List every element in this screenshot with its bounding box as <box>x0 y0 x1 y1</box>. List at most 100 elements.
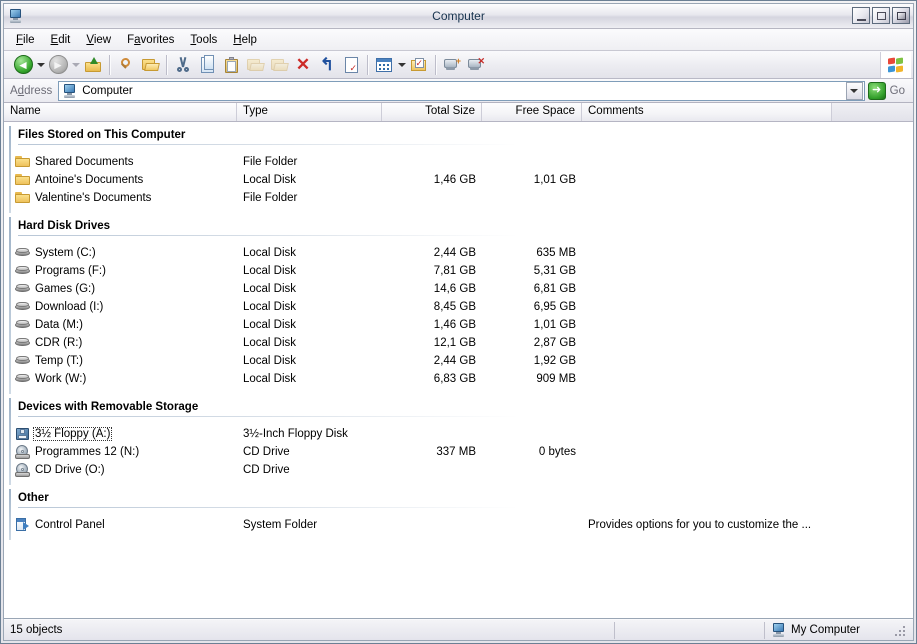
menu-item-tools[interactable]: Tools <box>182 32 225 48</box>
status-zone-label: My Computer <box>791 624 861 636</box>
column-header-total-size[interactable]: Total Size <box>382 103 482 121</box>
group-header[interactable]: Hard Disk Drives <box>4 215 913 235</box>
hard-disk-icon <box>15 335 31 351</box>
group-header[interactable]: Other <box>4 487 913 507</box>
table-row[interactable]: Valentine's Documents File Folder <box>4 189 913 207</box>
cell-type: CD Drive <box>243 446 290 458</box>
cell-type: File Folder <box>243 192 298 204</box>
cell-total-size: 2,44 GB <box>433 355 476 367</box>
hard-disk-icon <box>15 281 31 297</box>
table-row[interactable]: Programmes 12 (N:) CD Drive 337 MB 0 bytes <box>4 443 913 461</box>
status-zone-pane: My Computer <box>765 622 913 639</box>
group-header[interactable]: Devices with Removable Storage <box>4 396 913 416</box>
column-header-comments[interactable]: Comments <box>582 103 832 121</box>
floppy-disk-icon <box>15 426 31 442</box>
column-header-free-space[interactable]: Free Space <box>482 103 582 121</box>
views-dropdown[interactable] <box>396 53 407 77</box>
cut-button[interactable] <box>171 53 195 77</box>
table-row[interactable]: System (C:) Local Disk 2,44 GB 635 MB <box>4 244 913 262</box>
cell-type: CD Drive <box>243 464 290 476</box>
table-row[interactable]: CD Drive (O:) CD Drive <box>4 461 913 479</box>
cell-name: System (C:) <box>4 245 237 261</box>
menu-item-edit[interactable]: Edit <box>43 32 79 48</box>
cell-name: Antoine's Documents <box>4 172 237 188</box>
table-row[interactable]: Control Panel System Folder Provides optio… <box>4 516 913 534</box>
back-button[interactable]: ◄ <box>11 53 35 77</box>
map-network-drive-button[interactable]: + <box>440 53 464 77</box>
table-row[interactable]: Shared Documents File Folder <box>4 153 913 171</box>
cell-name: Work (W:) <box>4 371 237 387</box>
cell-free-space: 909 MB <box>536 373 576 385</box>
item-name: CDR (R:) <box>35 337 83 349</box>
delete-button[interactable]: ✕ <box>291 53 315 77</box>
back-dropdown[interactable] <box>35 53 46 77</box>
item-name: Data (M:) <box>35 319 83 331</box>
delete-x-icon: ✕ <box>295 55 311 74</box>
forward-button[interactable]: ► <box>46 53 70 77</box>
properties-button[interactable]: ✓ <box>339 53 363 77</box>
go-button[interactable]: ➜ Go <box>865 81 911 100</box>
table-row[interactable]: Work (W:) Local Disk 6,83 GB 909 MB <box>4 370 913 388</box>
menu-item-favorites[interactable]: Favorites <box>119 32 182 48</box>
cell-free-space: 2,87 GB <box>533 337 576 349</box>
column-header-name[interactable]: Name <box>4 103 237 121</box>
resize-grip[interactable] <box>893 624 905 636</box>
network-button-group: + ✕ <box>440 51 488 78</box>
file-list[interactable]: Files Stored on This Computer Shared Docu… <box>4 122 913 619</box>
menu-bar: File Edit View Favorites Tools Help <box>4 29 913 51</box>
nav-button-group: ◄ ► <box>11 51 105 78</box>
table-row[interactable]: Programs (F:) Local Disk 7,81 GB 5,31 GB <box>4 262 913 280</box>
disconnect-network-drive-button[interactable]: ✕ <box>464 53 488 77</box>
folders-button[interactable] <box>138 53 162 77</box>
paste-button[interactable] <box>219 53 243 77</box>
title-bar[interactable]: Computer <box>4 4 913 29</box>
table-row[interactable]: 3½ Floppy (A:) 3½-Inch Floppy Disk <box>4 425 913 443</box>
table-row[interactable]: Temp (T:) Local Disk 2,44 GB 1,92 GB <box>4 352 913 370</box>
cell-name: Programmes 12 (N:) <box>4 444 237 460</box>
menu-item-file[interactable]: File <box>8 32 43 48</box>
folder-options-button[interactable]: ✓ <box>407 53 431 77</box>
table-row[interactable]: Games (G:) Local Disk 14,6 GB 6,81 GB <box>4 280 913 298</box>
copy-button[interactable] <box>195 53 219 77</box>
menu-item-view[interactable]: View <box>78 32 119 48</box>
table-row[interactable]: Antoine's Documents Local Disk 1,46 GB 1,01… <box>4 171 913 189</box>
close-button[interactable] <box>892 7 910 24</box>
up-folder-icon <box>84 57 102 72</box>
views-button[interactable] <box>372 53 396 77</box>
cell-type: Local Disk <box>243 174 297 186</box>
undo-button[interactable]: ↰ <box>315 53 339 77</box>
address-dropdown-button[interactable] <box>845 81 863 100</box>
cell-total-size: 2,44 GB <box>433 247 476 259</box>
windows-logo-button[interactable] <box>880 52 911 78</box>
hard-disk-icon <box>15 299 31 315</box>
table-row[interactable]: Download (I:) Local Disk 8,45 GB 6,95 GB <box>4 298 913 316</box>
group-header[interactable]: Files Stored on This Computer <box>4 124 913 144</box>
table-row[interactable]: Data (M:) Local Disk 1,46 GB 1,01 GB <box>4 316 913 334</box>
group-accent-bar <box>9 217 11 394</box>
item-name: Temp (T:) <box>35 355 83 367</box>
column-header-type[interactable]: Type <box>237 103 382 121</box>
menu-item-help[interactable]: Help <box>225 32 265 48</box>
cell-name: Control Panel <box>4 517 237 533</box>
control-panel-icon <box>15 517 31 533</box>
column-header-row: Name Type Total Size Free Space Comments <box>4 103 913 122</box>
explorer-window: Computer File Edit View Favorites Tools … <box>0 0 917 644</box>
cell-name: Download (I:) <box>4 299 237 315</box>
back-arrow-icon: ◄ <box>13 55 33 74</box>
folder-icon <box>15 190 31 206</box>
up-button[interactable] <box>81 53 105 77</box>
cell-total-size: 12,1 GB <box>433 337 476 349</box>
cell-name: Data (M:) <box>4 317 237 333</box>
address-input[interactable]: Computer <box>58 80 865 101</box>
minimize-button[interactable] <box>852 7 870 24</box>
go-label: Go <box>889 84 905 97</box>
window-inner-frame: Computer File Edit View Favorites Tools … <box>3 3 914 641</box>
file-group: Devices with Removable Storage 3½ Floppy … <box>4 396 913 487</box>
search-button[interactable] <box>114 53 138 77</box>
chevron-down-icon <box>71 62 80 67</box>
item-name: Games (G:) <box>35 283 96 295</box>
maximize-button[interactable] <box>872 7 890 24</box>
table-row[interactable]: CDR (R:) Local Disk 12,1 GB 2,87 GB <box>4 334 913 352</box>
disconnect-network-drive-icon: ✕ <box>467 57 485 72</box>
hard-disk-icon <box>15 353 31 369</box>
